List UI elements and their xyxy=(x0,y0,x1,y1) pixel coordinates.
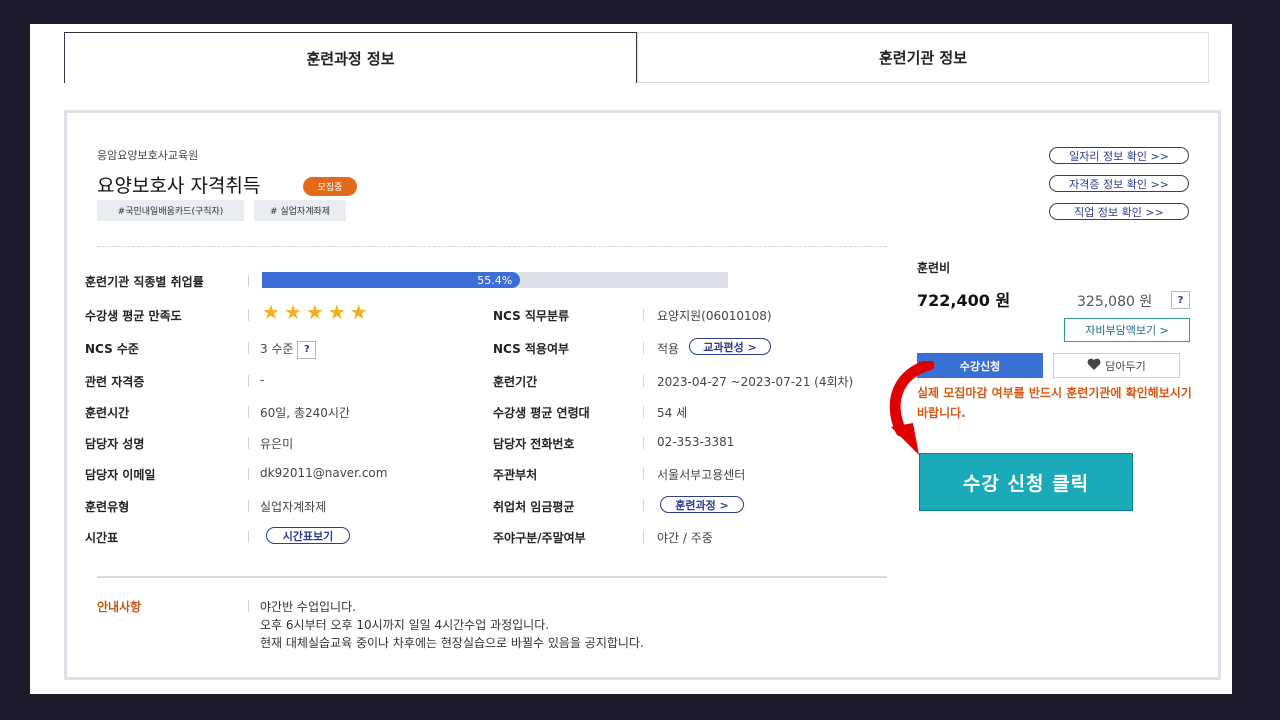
notice-label: 안내사항 xyxy=(97,600,142,614)
manager-value: 유은미 xyxy=(260,437,294,451)
satisfaction-stars: ★ ★ ★ ★ ★ xyxy=(262,302,368,322)
ncs-level-field: 3 수준 ? xyxy=(260,340,317,359)
certificate-info-link[interactable]: 자격증 정보 확인 >> xyxy=(1049,175,1189,192)
employment-rate-value: 55.4% xyxy=(477,273,513,287)
cert-label: 관련 자격증 xyxy=(85,375,145,389)
self-pay-help-icon[interactable]: ? xyxy=(1171,291,1190,309)
employment-rate-fill: 55.4% xyxy=(262,272,521,288)
separator xyxy=(248,437,249,449)
phone-value: 02-353-3381 xyxy=(657,435,735,449)
notice-line: 오후 6시부터 오후 10시까지 일일 4시간수업 과정입니다. xyxy=(260,618,550,632)
separator xyxy=(643,468,644,480)
timetable-button[interactable]: 시간표보기 xyxy=(266,527,350,544)
employment-rate-label: 훈련기관 직종별 취업률 xyxy=(85,275,204,289)
training-type-value: 실업자계좌제 xyxy=(260,500,327,514)
age-value: 54 세 xyxy=(657,406,688,420)
ncs-level-label: NCS 수준 xyxy=(85,342,139,356)
star-icon: ★ xyxy=(349,300,368,324)
ncs-class-value: 요양지원(06010108) xyxy=(657,309,772,323)
curved-arrow-icon xyxy=(885,359,935,465)
separator xyxy=(643,375,644,387)
wishlist-button[interactable]: 담아두기 xyxy=(1053,353,1180,378)
ncs-apply-value: 적용 xyxy=(657,342,680,356)
agency-value: 서울서부고용센터 xyxy=(657,468,746,482)
fee-label: 훈련비 xyxy=(917,261,951,275)
manager-label: 담당자 성명 xyxy=(85,437,145,451)
separator xyxy=(248,275,249,287)
tag-naeil-card: #국민내일배움카드(구직자) xyxy=(97,200,244,221)
notice-line: 현재 대체실습교육 중이나 차후에는 현장실습으로 바뀔수 있음을 공지합니다. xyxy=(260,636,644,650)
separator xyxy=(643,500,644,512)
tab-institution-info[interactable]: 훈련기관 정보 xyxy=(637,32,1209,83)
section-divider xyxy=(97,246,887,247)
wishlist-label: 담아두기 xyxy=(1105,359,1146,373)
course-wage-button[interactable]: 훈련과정 > xyxy=(660,496,744,513)
separator xyxy=(248,531,249,543)
occupation-info-link[interactable]: 직업 정보 확인 >> xyxy=(1049,203,1189,220)
heart-icon xyxy=(1087,358,1101,373)
notice-line: 야간반 수업입니다. xyxy=(260,600,356,614)
star-icon: ★ xyxy=(262,300,280,324)
period-value: 2023-04-27 ~2023-07-21 (4회차) xyxy=(657,375,854,389)
tab-bar: 훈련과정 정보 훈련기관 정보 xyxy=(64,32,1209,83)
cert-value: - xyxy=(260,373,265,387)
separator xyxy=(643,342,644,354)
separator xyxy=(248,468,249,480)
period-label: 훈련기간 xyxy=(493,375,538,389)
email-value: dk92011@naver.com xyxy=(260,466,388,480)
wage-label: 취업처 임금평균 xyxy=(493,500,575,514)
timetable-label: 시간표 xyxy=(85,531,119,545)
separator xyxy=(248,600,249,612)
apply-click-callout: 수강 신청 클릭 xyxy=(919,453,1133,511)
course-info-panel: 응암요양보호사교육원 요양보호사 자격취득 모집중 #국민내일배움카드(구직자)… xyxy=(64,110,1221,680)
recruiting-badge: 모집중 xyxy=(303,177,357,196)
institution-name: 응암요양보호사교육원 xyxy=(97,149,199,162)
daynight-label: 주야구분/주말여부 xyxy=(493,531,586,545)
ncs-class-label: NCS 직무분류 xyxy=(493,309,570,323)
satisfaction-label: 수강생 평균 만족도 xyxy=(85,309,182,323)
phone-label: 담당자 전화번호 xyxy=(493,437,575,451)
training-type-label: 훈련유형 xyxy=(85,500,130,514)
ncs-level-value: 3 수준 xyxy=(260,342,294,356)
hours-label: 훈련시간 xyxy=(85,406,130,420)
separator xyxy=(643,309,644,321)
fee-total: 722,400 원 xyxy=(917,291,1011,310)
star-icon: ★ xyxy=(305,300,324,324)
tab-course-info[interactable]: 훈련과정 정보 xyxy=(64,32,637,83)
ncs-apply-label: NCS 적용여부 xyxy=(493,342,570,356)
employment-rate-bar: 55.4% xyxy=(262,272,728,288)
slide-canvas: 훈련과정 정보 훈련기관 정보 응암요양보호사교육원 요양보호사 자격취득 모집… xyxy=(30,24,1232,694)
copay-view-button[interactable]: 자비부담액보기 > xyxy=(1064,318,1190,342)
separator xyxy=(248,309,249,321)
course-title: 요양보호사 자격취득 xyxy=(97,175,261,197)
hours-value: 60일, 총240시간 xyxy=(260,406,350,420)
separator xyxy=(643,531,644,543)
deadline-warning: 실제 모집마감 여부를 반드시 훈련기관에 확인해보시기 바랍니다. xyxy=(917,386,1192,420)
agency-label: 주관부처 xyxy=(493,468,538,482)
age-label: 수강생 평균 연령대 xyxy=(493,406,590,420)
separator xyxy=(643,406,644,418)
separator xyxy=(248,342,249,354)
self-pay-amount: 325,080 원 xyxy=(1077,294,1153,310)
separator xyxy=(248,500,249,512)
star-icon: ★ xyxy=(283,300,302,324)
separator xyxy=(643,437,644,449)
daynight-value: 야간 / 주중 xyxy=(657,531,713,545)
curriculum-button[interactable]: 교과편성 > xyxy=(689,338,771,355)
separator xyxy=(248,406,249,418)
email-label: 담당자 이메일 xyxy=(85,468,156,482)
star-icon: ★ xyxy=(327,300,346,324)
tag-account-system: # 실업자계좌제 xyxy=(254,200,346,221)
ncs-level-help-icon[interactable]: ? xyxy=(297,340,317,359)
notice-divider xyxy=(97,576,887,578)
job-info-link[interactable]: 일자리 정보 확인 >> xyxy=(1049,147,1189,164)
apply-button[interactable]: 수강신청 xyxy=(917,353,1043,378)
separator xyxy=(248,375,249,387)
